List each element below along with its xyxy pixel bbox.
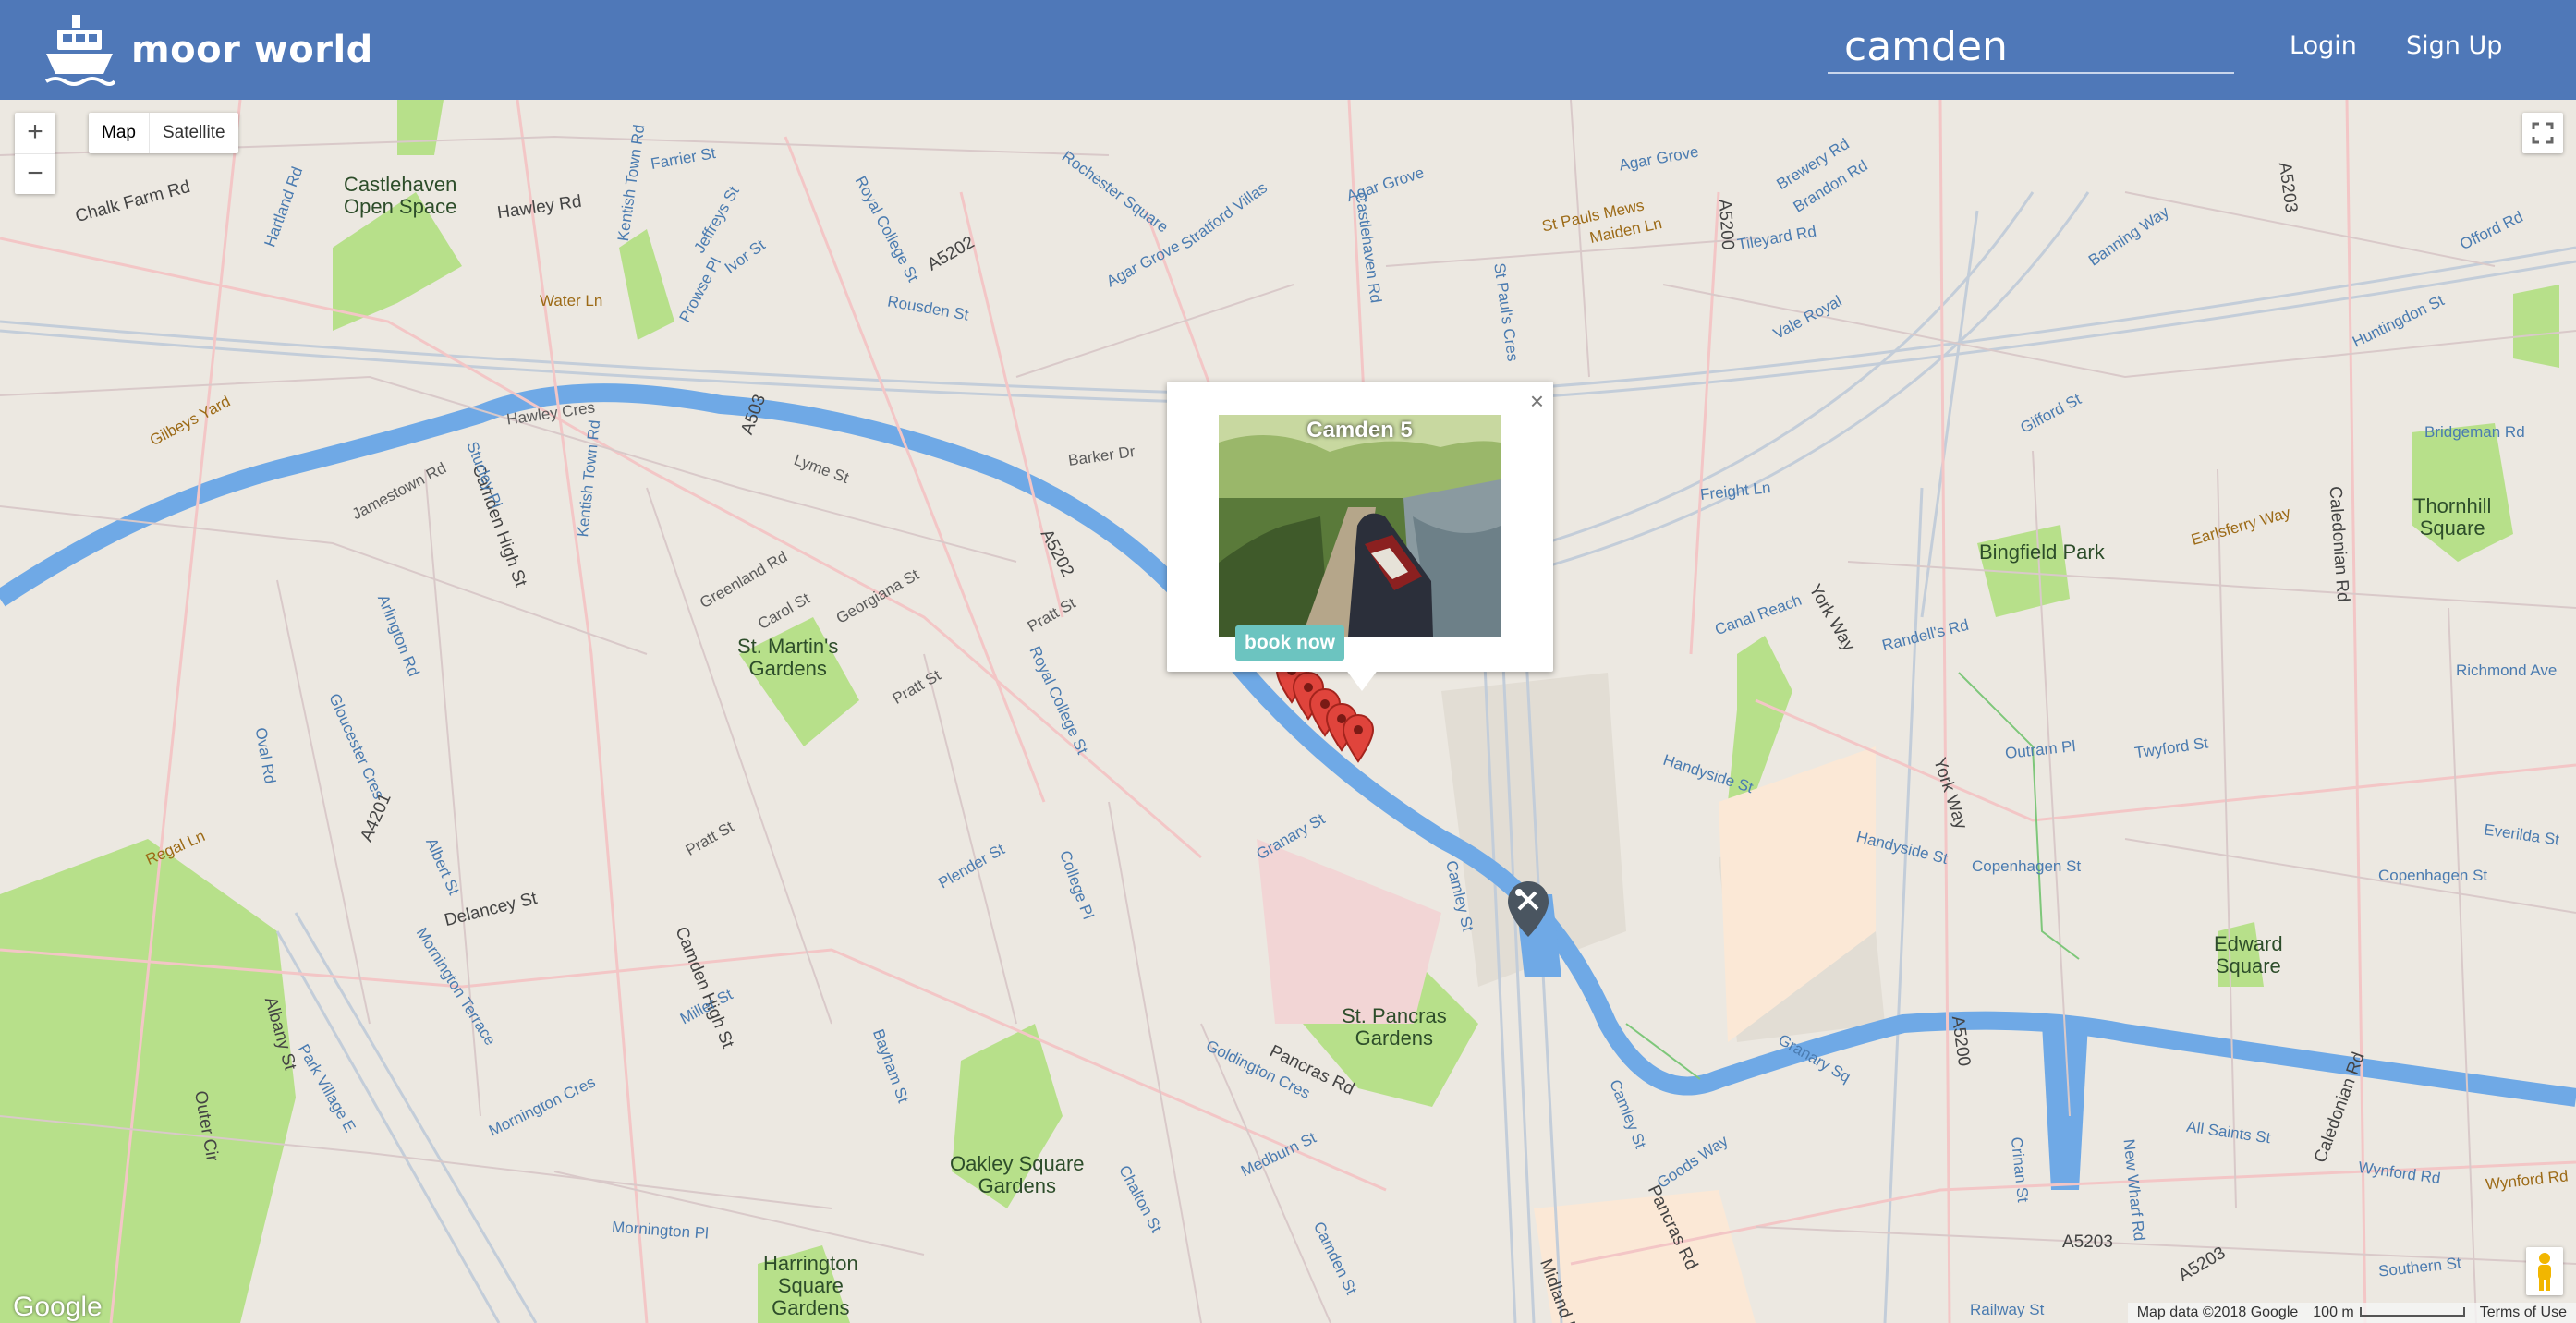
narrowboat-photo: [1219, 415, 1501, 637]
park-label-oakley: Oakley Square Gardens: [950, 1153, 1085, 1197]
street-label-copenhagen-2: Copenhagen St: [2378, 867, 2488, 884]
street-label-copenhagen-1: Copenhagen St: [1972, 857, 2082, 875]
service-marker[interactable]: [1506, 880, 1550, 943]
park-label-thornhill: Thornhill Square: [2413, 495, 2491, 540]
map-type-control: Map Satellite: [89, 113, 238, 153]
close-icon[interactable]: ×: [1530, 387, 1544, 416]
street-label-railway: Railway St: [1970, 1301, 2045, 1318]
map-attribution-bar: Map data ©2018 Google 100 m Terms of Use: [2127, 1303, 2576, 1323]
park-label-st-pancras: St. Pancras Gardens: [1342, 1005, 1447, 1050]
tools-marker-icon: [1508, 881, 1549, 937]
zoom-out-button[interactable]: −: [15, 153, 55, 195]
mooring-title: Camden 5: [1306, 418, 1413, 443]
street-label-water-ln: Water Ln: [540, 292, 603, 310]
map-canvas[interactable]: Castlehaven Open Space St. Martin's Gard…: [0, 100, 2576, 1323]
area-label-harrington-text: Harrington Square Gardens: [763, 1252, 858, 1319]
top-navbar: moor world Login Sign Up: [0, 0, 2576, 100]
map-type-map-button[interactable]: Map: [89, 113, 149, 153]
park-label-edward: Edward Square: [2214, 933, 2283, 977]
info-window-tail: [1345, 669, 1379, 691]
login-link[interactable]: Login: [2290, 31, 2357, 60]
google-logo: Google: [13, 1292, 103, 1322]
fullscreen-icon: [2532, 122, 2554, 144]
area-label-castlehaven-text: Castlehaven Open Space: [344, 173, 457, 218]
street-label-richmond: Richmond Ave: [2456, 662, 2558, 679]
scale-indicator[interactable]: 100 m: [2313, 1305, 2465, 1321]
search-input[interactable]: [1828, 20, 2234, 74]
mooring-photo: Camden 5: [1219, 415, 1501, 637]
terms-link[interactable]: Terms of Use: [2480, 1305, 2567, 1321]
zoom-in-button[interactable]: +: [15, 113, 55, 153]
park-label-bingfield: Bingfield Park: [1979, 541, 2105, 564]
mooring-marker-5[interactable]: [1342, 713, 1375, 768]
mooring-info-window: × Camden 5 book now: [1167, 382, 1553, 672]
park-label-harrington: Harrington Square Gardens: [763, 1253, 858, 1319]
street-label-a5203-2: A5203: [2062, 1232, 2113, 1252]
area-label-bingfield-text: Bingfield Park: [1979, 540, 2105, 564]
park-label-castlehaven: Castlehaven Open Space: [344, 174, 456, 218]
brand[interactable]: moor world: [44, 11, 373, 89]
brand-name: moor world: [131, 29, 373, 71]
signup-link[interactable]: Sign Up: [2406, 31, 2502, 60]
area-label-oakley-text: Oakley Square Gardens: [950, 1152, 1085, 1197]
street-label-bridgeman: Bridgeman Rd: [2424, 423, 2525, 441]
zoom-control: + −: [15, 113, 55, 194]
area-label-thornhill-text: Thornhill Square: [2413, 494, 2492, 540]
park-label-st-martins: St. Martin's Gardens: [737, 636, 838, 680]
map-type-satellite-button[interactable]: Satellite: [148, 113, 238, 153]
boat-logo-icon: [44, 9, 116, 91]
fullscreen-button[interactable]: [2522, 113, 2563, 153]
street-view-pegman[interactable]: [2526, 1247, 2563, 1295]
area-label-st-martins-text: St. Martin's Gardens: [737, 635, 839, 680]
area-label-st-pancras-text: St. Pancras Gardens: [1342, 1004, 1447, 1050]
scale-bar: [2359, 1307, 2465, 1317]
book-now-button[interactable]: book now: [1235, 625, 1344, 661]
map-data-text: Map data ©2018 Google: [2136, 1305, 2299, 1320]
area-label-edward-text: Edward Square: [2214, 932, 2283, 977]
map-pin-icon: [1342, 713, 1375, 763]
scale-text: 100 m: [2313, 1305, 2354, 1320]
pegman-icon: [2538, 1253, 2551, 1291]
street-label-a5200-1: A5200: [1714, 198, 1738, 251]
